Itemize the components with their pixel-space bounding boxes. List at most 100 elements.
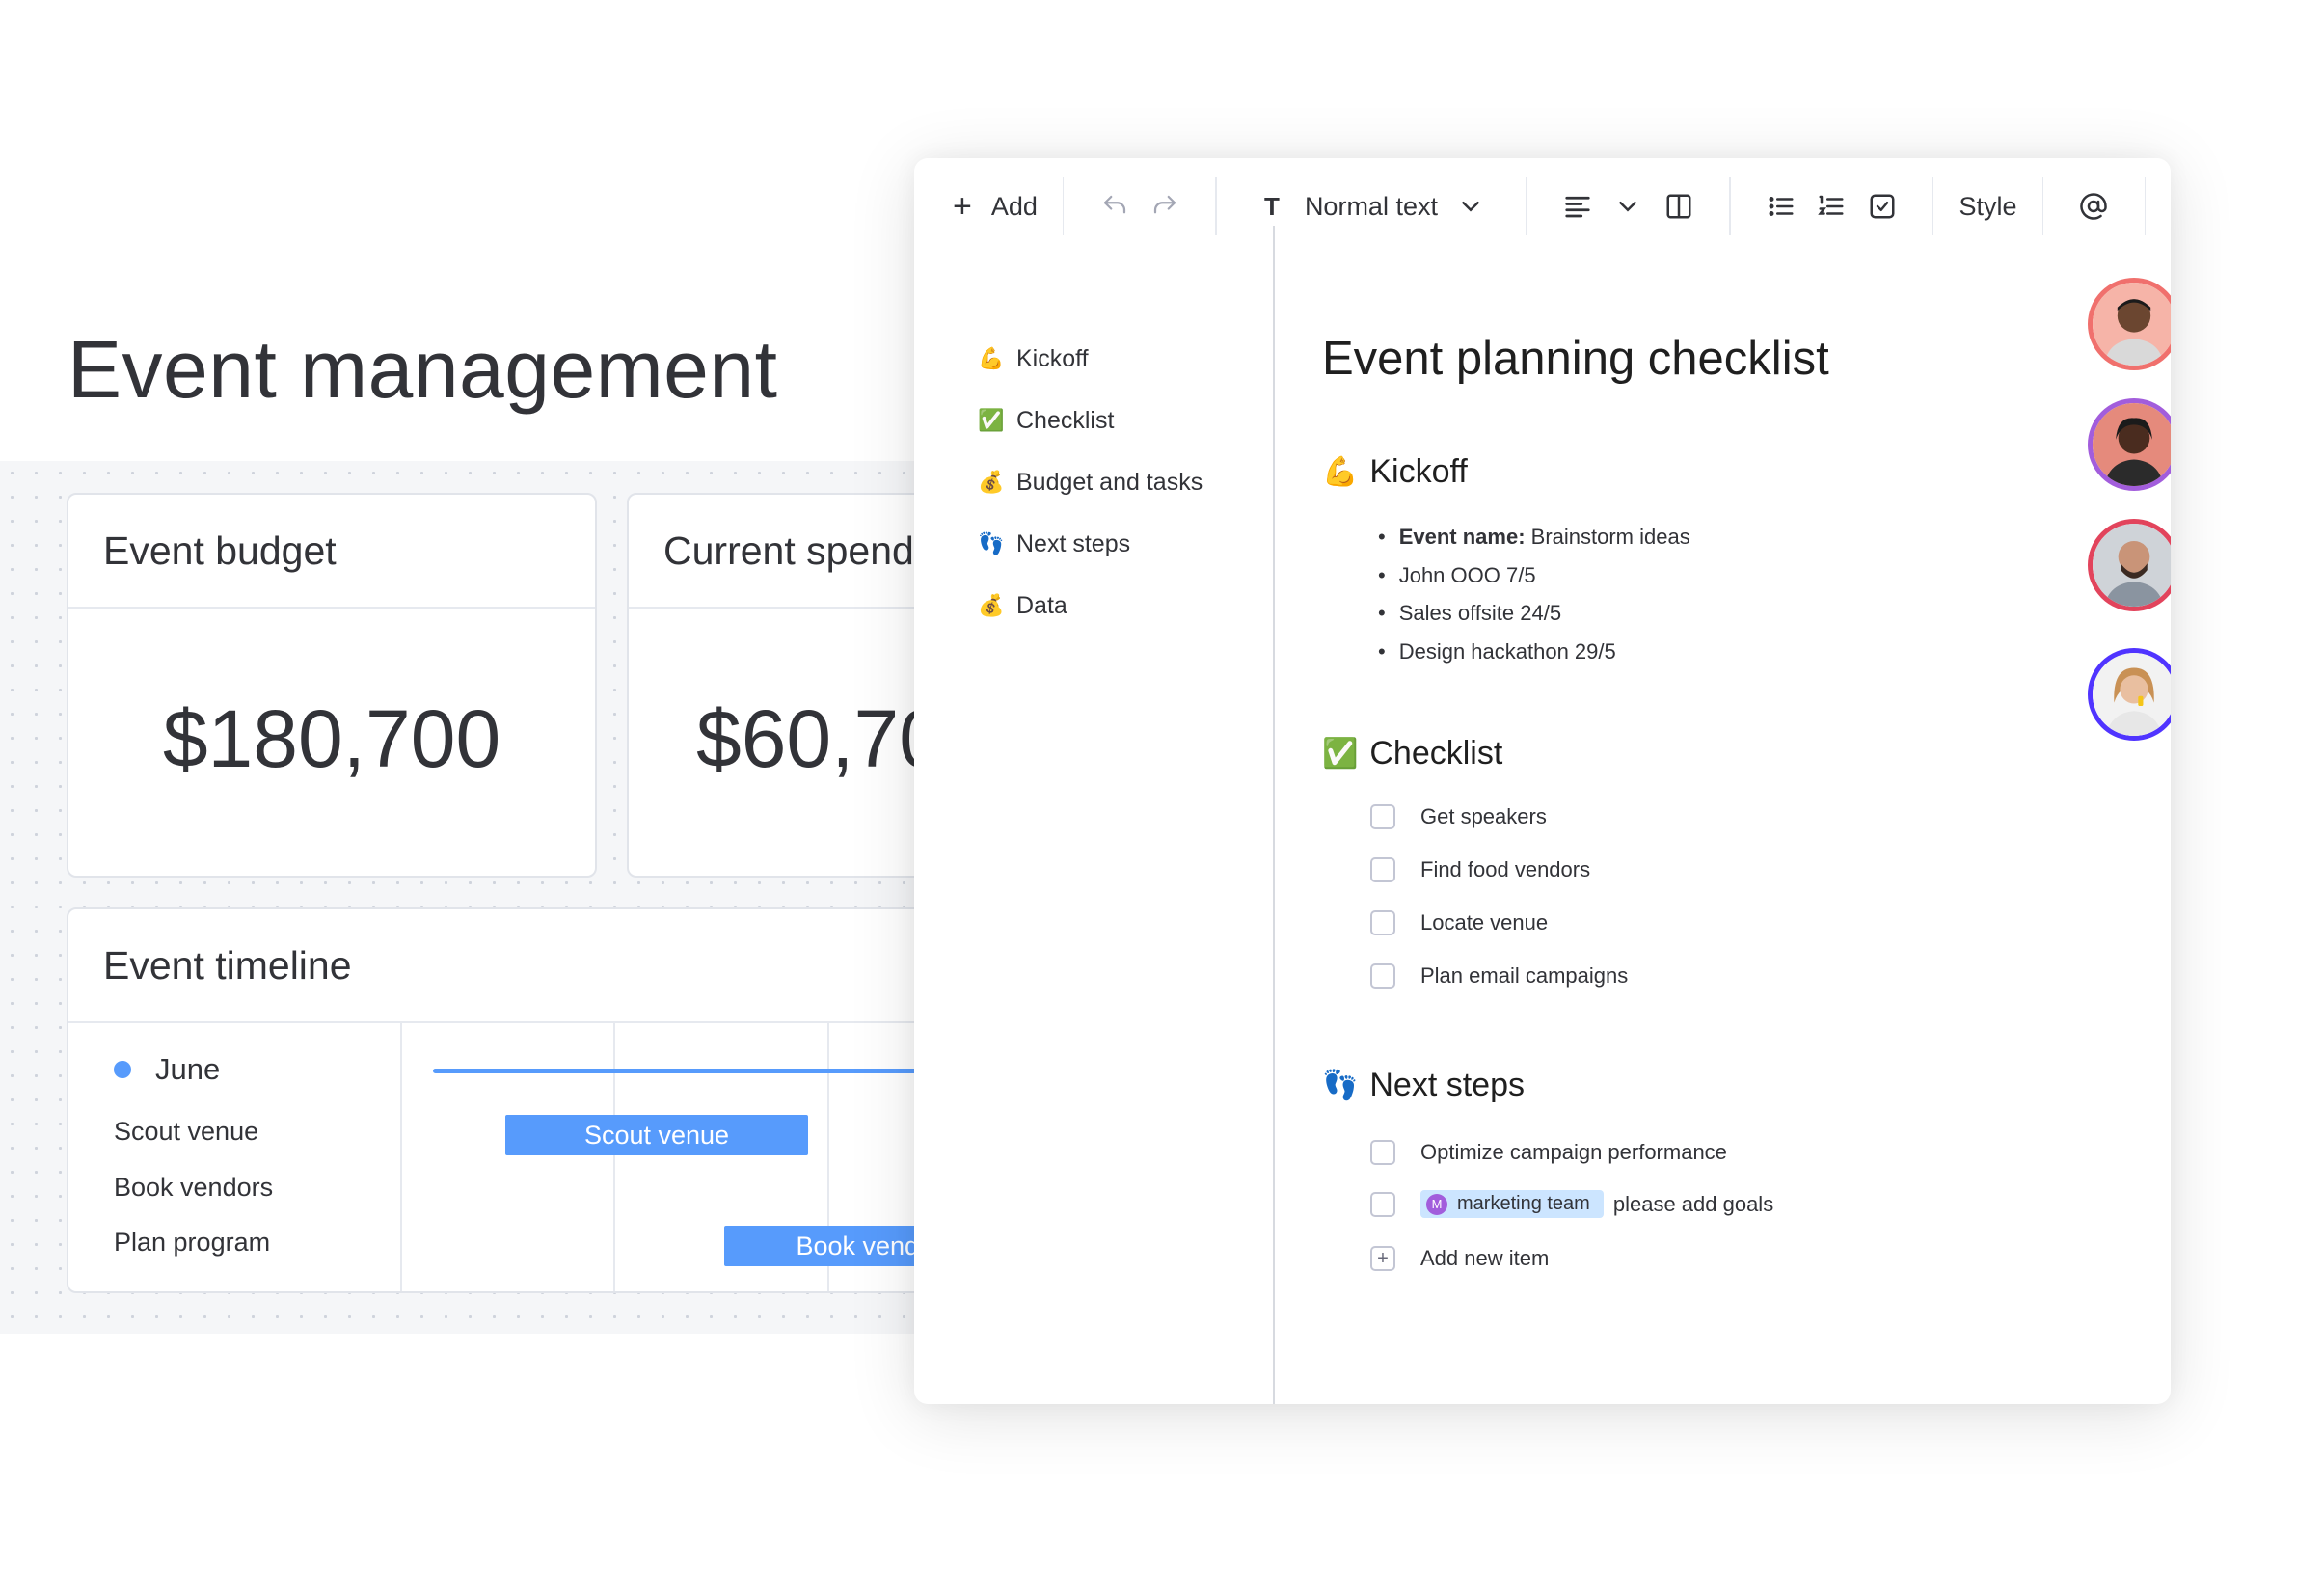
money-bag-icon: 💰 — [978, 470, 1005, 494]
checkbox-icon[interactable] — [1867, 187, 1896, 226]
collaborator-avatar[interactable] — [2088, 278, 2171, 370]
style-button[interactable]: Style — [1959, 192, 2016, 222]
checklist-item-text: Locate venue — [1420, 910, 1549, 934]
collaborator-avatar[interactable] — [2088, 398, 2171, 491]
toolbar-divider — [2144, 177, 2147, 235]
list-item[interactable]: Sales offsite 24/5 — [1378, 601, 1561, 626]
flexed-biceps-icon: 💪 — [1322, 456, 1359, 488]
doc-title[interactable]: Event planning checklist — [1322, 332, 2055, 386]
toc-label: Budget and tasks — [1016, 468, 1203, 496]
timeline-body: June Scout venue Book vendors Plan progr… — [68, 1023, 1029, 1291]
timeline-task[interactable]: Scout venue — [114, 1117, 258, 1147]
checklist-item-text: Optimize campaign performance — [1420, 1140, 1727, 1164]
gantt-bar[interactable]: Scout venue — [505, 1115, 808, 1155]
list-item[interactable]: John OOO 7/5 — [1378, 563, 1536, 588]
checkbox[interactable] — [1370, 804, 1395, 829]
mention-label: marketing team — [1457, 1193, 1590, 1214]
align-left-icon[interactable] — [1563, 187, 1592, 226]
add-new-item-button[interactable]: + Add new item — [1370, 1246, 1549, 1271]
checklist-item-text: Get speakers — [1420, 804, 1547, 828]
checklist-item[interactable]: Find food vendors — [1370, 857, 1590, 882]
checkbox[interactable] — [1370, 1140, 1395, 1165]
plus-icon: + — [953, 187, 972, 225]
toc-label: Checklist — [1016, 406, 1115, 434]
checklist-item[interactable]: Get speakers — [1370, 804, 1547, 829]
checklist-item[interactable]: Plan email campaigns — [1370, 963, 1628, 989]
kickoff-heading: 💪 Kickoff — [1322, 453, 1468, 491]
toc-item-next-steps[interactable]: 👣 Next steps — [978, 513, 1203, 575]
doc-divider — [1273, 226, 1275, 1404]
checklist-item-text: Plan email campaigns — [1420, 963, 1629, 988]
event-name-label: Event name: — [1398, 525, 1526, 549]
toc-item-data[interactable]: 💰 Data — [978, 575, 1203, 637]
doc-toolbar: + Add T Normal text Style — [914, 158, 2171, 255]
text-style-dropdown[interactable]: T Normal text — [1242, 187, 1500, 226]
chevron-down-icon — [1451, 187, 1490, 226]
toolbar-divider — [1215, 177, 1217, 235]
toolbar-divider — [1728, 177, 1731, 235]
month-dot-icon — [114, 1061, 131, 1078]
checklist-heading: ✅ Checklist — [1322, 735, 1502, 772]
columns-icon[interactable] — [1663, 187, 1692, 226]
checkbox[interactable] — [1370, 857, 1395, 882]
doc-body[interactable]: Event planning checklist 💪 Kickoff Event… — [1322, 332, 2055, 1271]
chevron-down-icon[interactable] — [1613, 187, 1642, 226]
flexed-biceps-icon: 💪 — [978, 346, 1005, 370]
toc-item-checklist[interactable]: ✅ Checklist — [978, 390, 1203, 451]
month-label: June — [155, 1052, 221, 1086]
footprints-icon: 👣 — [978, 531, 1005, 555]
mention-pill[interactable]: M marketing team — [1420, 1190, 1604, 1218]
toc-label: Data — [1016, 591, 1067, 619]
undo-icon[interactable] — [1099, 187, 1128, 226]
add-button[interactable]: + Add — [953, 188, 1038, 226]
doc-window: + Add T Normal text Style 💪 Kickoff ✅ Ch… — [914, 158, 2171, 1404]
event-timeline-card[interactable]: Event timeline June Scout venue Book ven… — [67, 907, 1031, 1293]
add-label: Add — [990, 191, 1038, 221]
checklist-item-text: Find food vendors — [1420, 857, 1591, 881]
list-item[interactable]: Event name: Brainstorm ideas — [1378, 525, 1690, 550]
checkbox[interactable] — [1370, 910, 1395, 935]
event-budget-card[interactable]: Event budget $180,700 — [67, 493, 597, 878]
redo-icon[interactable] — [1150, 187, 1179, 226]
timeline-task[interactable]: Book vendors — [114, 1173, 273, 1203]
text-icon: T — [1263, 191, 1280, 221]
plus-icon: + — [1370, 1246, 1395, 1271]
collaborator-avatar[interactable] — [2088, 519, 2171, 611]
timeline-task[interactable]: Plan program — [114, 1228, 270, 1258]
toolbar-divider — [1062, 177, 1065, 235]
bullet-list-icon[interactable] — [1767, 187, 1796, 226]
check-mark-icon: ✅ — [978, 408, 1005, 432]
list-item[interactable]: Design hackathon 29/5 — [1378, 639, 1616, 664]
budget-value: $180,700 — [162, 692, 501, 784]
team-avatar: M — [1426, 1193, 1447, 1215]
list-item-text: Sales offsite 24/5 — [1398, 601, 1562, 625]
heading-label: Checklist — [1369, 735, 1503, 772]
timeline-month: June — [114, 1052, 220, 1087]
checkbox[interactable] — [1370, 1191, 1395, 1217]
timeline-divider — [400, 1023, 402, 1291]
checkbox[interactable] — [1370, 963, 1395, 989]
heading-label: Kickoff — [1369, 453, 1468, 490]
checklist-item[interactable]: Optimize campaign performance — [1370, 1140, 1727, 1165]
toc-item-kickoff[interactable]: 💪 Kickoff — [978, 328, 1203, 390]
numbered-list-icon[interactable] — [1817, 187, 1846, 226]
list-item-text: Design hackathon 29/5 — [1398, 639, 1616, 664]
toolbar-divider — [2041, 177, 2044, 235]
toolbar-divider — [1932, 177, 1934, 235]
toc-label: Kickoff — [1016, 344, 1089, 372]
checklist-item[interactable]: Locate venue — [1370, 910, 1548, 935]
toc-item-budget[interactable]: 💰 Budget and tasks — [978, 451, 1203, 513]
money-bag-icon: 💰 — [978, 593, 1005, 617]
timeline-divider — [613, 1023, 615, 1291]
footprints-icon: 👣 — [1322, 1070, 1359, 1101]
collaborator-avatar[interactable] — [2088, 648, 2171, 741]
text-style-value: Normal text — [1304, 191, 1438, 221]
style-label: Style — [1959, 191, 2017, 221]
checklist-item[interactable]: M marketing team please add goals — [1370, 1190, 1773, 1218]
next-steps-heading: 👣 Next steps — [1322, 1067, 1525, 1104]
toolbar-divider — [1525, 177, 1527, 235]
card-title: Event timeline — [68, 909, 1029, 1023]
mention-icon[interactable] — [2079, 187, 2108, 226]
add-item-label: Add new item — [1420, 1246, 1550, 1270]
page-title: Event management — [68, 324, 778, 415]
